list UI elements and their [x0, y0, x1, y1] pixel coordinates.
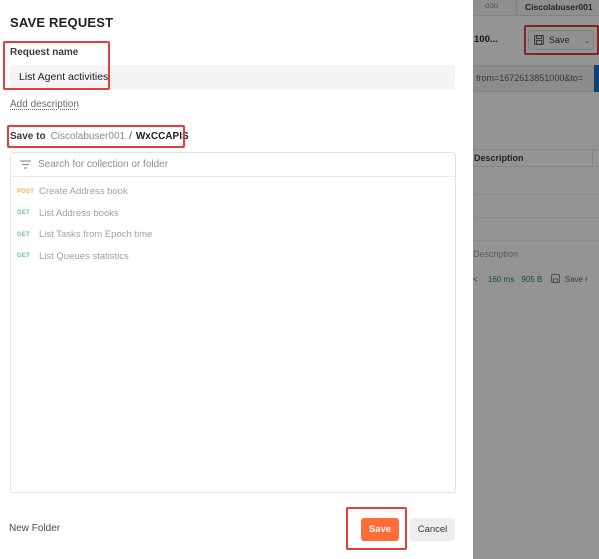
- breadcrumb-workspace[interactable]: Ciscolabuser001: [51, 131, 126, 142]
- response-time: 160 ms: [487, 275, 515, 284]
- request-item-name: List Address books: [39, 207, 119, 219]
- table-row-divider: [473, 194, 599, 195]
- table-row-divider: [473, 217, 599, 218]
- add-description-link[interactable]: Add description: [10, 99, 79, 110]
- request-title: 100...: [474, 34, 498, 45]
- save-response-icon: [550, 274, 560, 285]
- url-input[interactable]: from=1672613851000&to=: [473, 65, 594, 92]
- request-name-input[interactable]: List Agent activities: [10, 65, 455, 89]
- collection-search-input[interactable]: Search for collection or folder: [11, 153, 455, 177]
- modal-title: SAVE REQUEST: [10, 15, 114, 30]
- method-badge: GET: [17, 231, 30, 238]
- method-badge: GET: [17, 210, 30, 217]
- column-divider: [592, 150, 593, 166]
- collection-search-placeholder: Search for collection or folder: [38, 159, 169, 170]
- cancel-button[interactable]: Cancel: [410, 518, 455, 541]
- request-item[interactable]: GET List Tasks from Epoch time: [11, 224, 455, 246]
- new-folder-link[interactable]: New Folder: [9, 523, 60, 534]
- request-item[interactable]: POST Create Address book: [11, 181, 455, 203]
- save-disk-icon: [534, 35, 544, 45]
- method-badge: GET: [17, 253, 30, 260]
- save-to-label: Save to: [10, 131, 46, 142]
- request-item-name: Create Address book: [39, 186, 128, 198]
- background-save-label: Save: [549, 35, 570, 45]
- chevron-down-icon[interactable]: ⌄: [584, 36, 591, 45]
- more-tabs-icon[interactable]: ooo: [485, 1, 498, 10]
- table-row-divider: [473, 240, 599, 241]
- request-item[interactable]: GET List Address books: [11, 203, 455, 225]
- description-column-header: Description: [474, 153, 524, 163]
- params-table-header: Description: [473, 149, 599, 167]
- response-status-bar: < 160 ms 905 B Save r: [473, 274, 588, 285]
- breadcrumb-collection: WxCCAPIS: [135, 131, 189, 142]
- save-request-modal: SAVE REQUEST Request name List Agent act…: [0, 0, 473, 559]
- filter-icon: [20, 160, 31, 169]
- save-response-link[interactable]: Save r: [565, 275, 588, 284]
- collection-browser: Search for collection or folder POST Cre…: [10, 152, 456, 493]
- method-badge: POST: [17, 188, 35, 195]
- background-save-button[interactable]: Save ⌄: [528, 30, 594, 50]
- request-item-name: List Queues statistics: [39, 250, 129, 262]
- save-button[interactable]: Save: [361, 518, 399, 541]
- tab-divider: [516, 0, 517, 16]
- response-collapse-icon[interactable]: <: [473, 275, 478, 284]
- request-item-name: List Tasks from Epoch time: [39, 229, 153, 241]
- workspace-tab[interactable]: Ciscolabuser001: [525, 2, 593, 12]
- background-app: ooo Ciscolabuser001 100... Save ⌄ from=1…: [473, 0, 599, 559]
- response-size: 905 B: [521, 275, 543, 284]
- save-to-breadcrumb: Save to Ciscolabuser001/WxCCAPIS: [10, 131, 189, 142]
- breadcrumb-separator: /: [129, 131, 132, 142]
- send-button[interactable]: [594, 65, 599, 92]
- request-item[interactable]: GET List Queues statistics: [11, 246, 455, 268]
- description-placeholder[interactable]: Description: [473, 249, 518, 259]
- tab-bar: ooo Ciscolabuser001: [473, 0, 599, 16]
- request-name-label: Request name: [10, 47, 79, 58]
- request-list: POST Create Address book GET List Addres…: [11, 177, 455, 267]
